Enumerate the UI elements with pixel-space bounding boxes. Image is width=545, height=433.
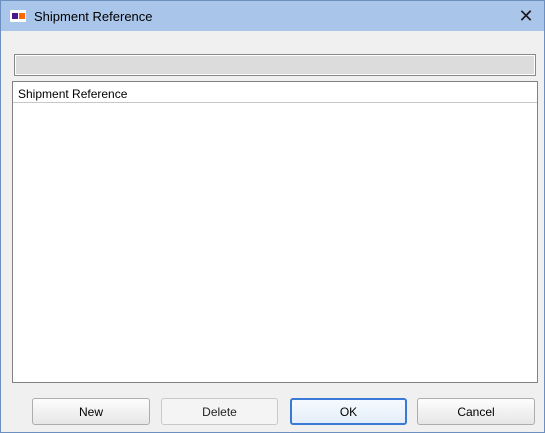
delete-button[interactable]: Delete: [161, 398, 278, 425]
logo-orange-block: [18, 13, 25, 19]
reference-input[interactable]: [14, 54, 536, 76]
logo-purple-block: [11, 13, 18, 19]
ok-button[interactable]: OK: [290, 398, 407, 425]
window-title: Shipment Reference: [34, 9, 153, 24]
title-bar[interactable]: Shipment Reference ✕: [1, 1, 544, 31]
fedex-logo-icon: [10, 10, 26, 22]
column-header-shipment-reference[interactable]: Shipment Reference: [13, 82, 537, 103]
new-button[interactable]: New: [32, 398, 150, 425]
shipment-reference-list[interactable]: Shipment Reference: [12, 81, 538, 383]
shipment-reference-dialog: Shipment Reference ✕ Shipment Reference …: [0, 0, 545, 433]
close-icon[interactable]: ✕: [508, 1, 544, 31]
cancel-button[interactable]: Cancel: [417, 398, 535, 425]
